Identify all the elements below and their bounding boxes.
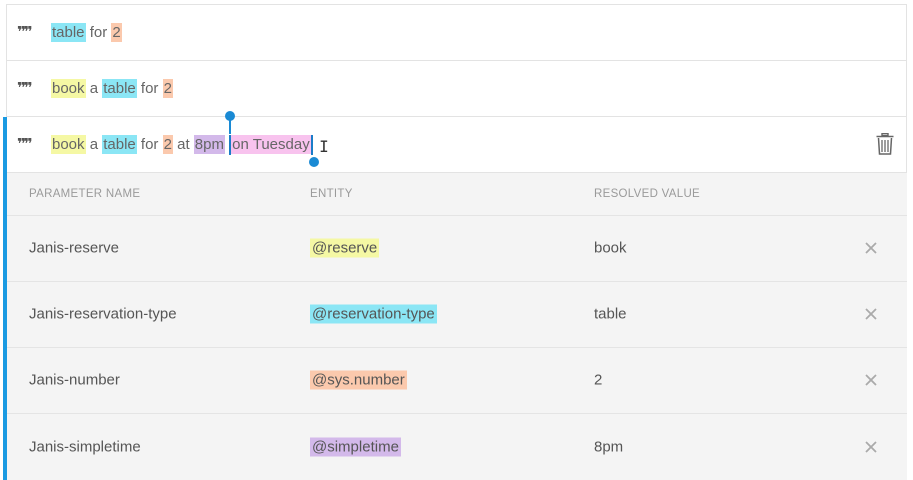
quote-icon: ❞❞ [17,135,33,153]
parameter-name-cell[interactable]: Janis-number [29,371,120,388]
table-row: Janis-reserve @reserve book [7,215,907,279]
training-phrase-3[interactable]: ❞❞ book a table for 2 at 8pm on Tuesday … [6,110,907,173]
selection-end-handle[interactable] [308,156,319,167]
close-icon[interactable] [865,241,877,254]
phrase-word: a [85,136,103,153]
entity-annotation[interactable]: table [102,79,137,98]
phrase-word: a [85,80,103,97]
ibeam-cursor-icon: I [319,136,329,156]
close-icon[interactable] [865,373,877,386]
phrase-text[interactable]: book a table for 2 at 8pm on Tuesday I [51,110,329,167]
entity-annotation[interactable]: book [51,135,86,154]
selection-start-handle[interactable] [225,110,236,134]
resolved-value-cell[interactable]: book [594,239,627,256]
training-phrase-2[interactable]: ❞❞ book a table for 2 [6,61,907,117]
entity-annotation[interactable]: 2 [162,79,173,98]
entity-annotation[interactable]: table [102,135,137,154]
phrase-text[interactable]: book a table for 2 [51,79,173,98]
phrase-word: for [85,24,112,41]
resolved-value-cell[interactable]: 8pm [594,439,623,456]
parameter-name-cell[interactable]: Janis-reservation-type [29,305,177,322]
phrase-text[interactable]: table for 2 [51,23,122,42]
selected-text[interactable]: on Tuesday [231,135,311,154]
table-row: Janis-number @sys.number 2 [7,347,907,411]
parameters-table: PARAMETER NAME ENTITY RESOLVED VALUE Jan… [7,173,907,480]
entity-annotation[interactable]: 2 [162,135,173,154]
phrase-word: for [136,80,163,97]
text-selection[interactable]: on Tuesday I [225,110,329,167]
close-icon[interactable] [865,307,877,320]
column-header-entity: ENTITY [310,188,353,200]
resolved-value-cell[interactable]: table [594,305,627,322]
parameter-name-cell[interactable]: Janis-simpletime [29,439,141,456]
quote-icon: ❞❞ [17,23,33,41]
training-phrase-1[interactable]: ❞❞ table for 2 [6,4,907,61]
entity-cell[interactable]: @reserve [310,238,380,257]
phrase-word: at [172,136,194,153]
entity-annotation[interactable]: book [51,79,86,98]
close-icon[interactable] [865,441,877,453]
entity-cell[interactable]: @sys.number [310,370,407,389]
entity-cell[interactable]: @simpletime [310,437,401,457]
table-row: Janis-simpletime @simpletime 8pm [7,413,907,480]
column-header-parameter-name: PARAMETER NAME [29,188,141,200]
parameter-name-cell[interactable]: Janis-reserve [29,239,119,256]
entity-annotation[interactable]: table [51,23,86,42]
entity-cell[interactable]: @reservation-type [310,304,437,323]
resolved-value-cell[interactable]: 2 [594,371,602,388]
table-row: Janis-reservation-type @reservation-type… [7,281,907,345]
table-header: PARAMETER NAME ENTITY RESOLVED VALUE [7,173,907,215]
text-cursor [310,134,313,155]
entity-annotation[interactable]: 2 [111,23,122,42]
phrase-word: for [136,136,163,153]
trash-icon[interactable] [876,133,894,155]
column-header-resolved-value: RESOLVED VALUE [594,188,701,200]
entity-annotation[interactable]: 8pm [193,135,225,154]
quote-icon: ❞❞ [17,79,33,97]
